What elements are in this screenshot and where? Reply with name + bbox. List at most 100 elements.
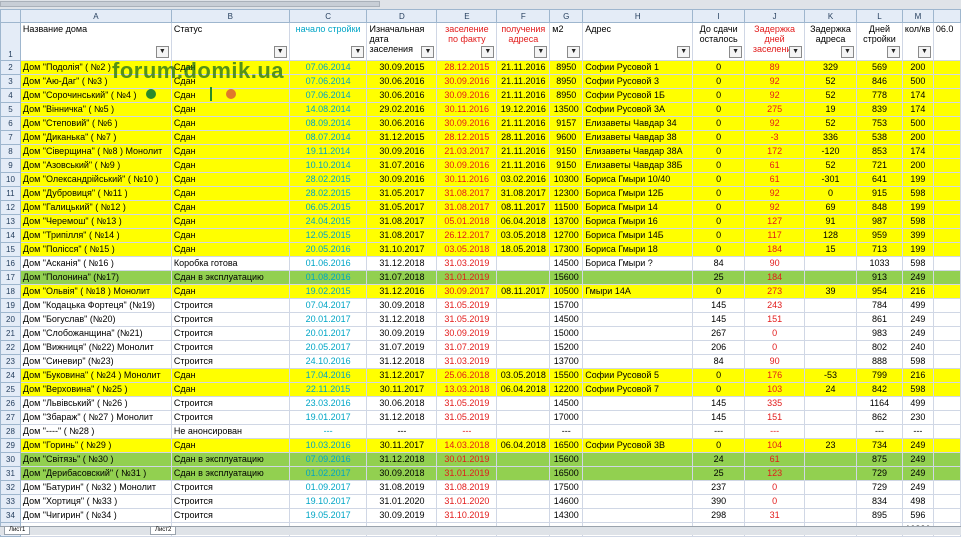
table-cell[interactable] xyxy=(932,228,961,243)
table-cell[interactable]: 862 xyxy=(855,410,903,425)
table-cell[interactable]: 399 xyxy=(901,228,934,243)
table-cell[interactable]: 799 xyxy=(855,368,903,383)
filter-dropdown-icon[interactable]: ▼ xyxy=(917,46,931,58)
table-cell[interactable]: 14.08.2014 xyxy=(288,102,368,117)
table-cell[interactable]: 21.11.2016 xyxy=(496,60,551,75)
table-cell[interactable]: Дом "Буковина" ( №24 ) Монолит xyxy=(19,368,172,383)
table-cell[interactable]: 21.03.2017 xyxy=(436,144,498,159)
table-cell[interactable]: Софии Русовой 1Б xyxy=(582,88,694,103)
row-header[interactable]: 3 xyxy=(0,74,21,89)
table-cell[interactable]: 31.10.2017 xyxy=(366,242,438,257)
table-cell[interactable]: 92 xyxy=(744,116,806,131)
table-cell[interactable] xyxy=(932,158,961,173)
table-cell[interactable]: Бориса Гмыри 10/40 xyxy=(582,172,694,187)
table-cell[interactable]: 598 xyxy=(901,214,934,229)
table-cell[interactable]: 839 xyxy=(855,102,903,117)
select-all-corner[interactable] xyxy=(0,9,21,23)
table-cell[interactable]: Бориса Гмыри 18 xyxy=(582,242,694,257)
table-cell[interactable]: 01.09.2017 xyxy=(288,480,368,495)
row-header[interactable]: 19 xyxy=(0,298,21,313)
table-cell[interactable] xyxy=(932,284,961,299)
table-cell[interactable]: Дом "Степовий" ( №6 ) xyxy=(19,116,172,131)
table-cell[interactable]: 0 xyxy=(692,172,746,187)
table-cell[interactable]: 499 xyxy=(901,298,934,313)
table-cell[interactable] xyxy=(932,60,961,75)
table-cell[interactable]: 17500 xyxy=(549,480,584,495)
table-cell[interactable]: 18.05.2018 xyxy=(496,242,551,257)
table-cell[interactable]: 31.08.2017 xyxy=(436,200,498,215)
row-header[interactable]: 17 xyxy=(0,270,21,285)
table-cell[interactable]: 31.08.2017 xyxy=(436,186,498,201)
table-cell[interactable]: 61 xyxy=(744,172,806,187)
table-cell[interactable]: 127 xyxy=(744,214,806,229)
table-cell[interactable]: 21.11.2016 xyxy=(496,116,551,131)
row-header[interactable]: 32 xyxy=(0,480,21,495)
row-header[interactable]: 28 xyxy=(0,424,21,439)
row-header[interactable]: 30 xyxy=(0,452,21,467)
table-cell[interactable]: 0 xyxy=(692,130,746,145)
table-cell[interactable]: 216 xyxy=(901,284,934,299)
table-cell[interactable]: 199 xyxy=(901,242,934,257)
table-cell[interactable]: 31.01.2019 xyxy=(436,270,498,285)
table-cell[interactable]: Бориса Гмыри 14Б xyxy=(582,228,694,243)
table-cell[interactable] xyxy=(932,256,961,271)
table-cell[interactable]: Строится xyxy=(170,312,290,327)
table-cell[interactable]: Дом "Диканька" ( №7 ) xyxy=(19,130,172,145)
table-cell[interactable] xyxy=(804,480,857,495)
table-cell[interactable]: --- xyxy=(744,424,806,439)
table-cell[interactable]: 31.03.2019 xyxy=(436,354,498,369)
table-cell[interactable] xyxy=(932,396,961,411)
table-cell[interactable]: 31.07.2019 xyxy=(366,340,438,355)
table-cell[interactable]: 31.01.2020 xyxy=(366,494,438,509)
table-cell[interactable]: 69 xyxy=(804,200,857,215)
table-cell[interactable]: 151 xyxy=(744,312,806,327)
table-cell[interactable] xyxy=(932,200,961,215)
table-cell[interactable]: 12700 xyxy=(549,228,584,243)
table-cell[interactable]: 14300 xyxy=(549,508,584,523)
table-cell[interactable]: 200 xyxy=(901,60,934,75)
table-cell[interactable] xyxy=(582,298,694,313)
table-cell[interactable]: 848 xyxy=(855,200,903,215)
table-cell[interactable]: 14500 xyxy=(549,396,584,411)
table-cell[interactable]: 8950 xyxy=(549,88,584,103)
table-cell[interactable]: 21.11.2016 xyxy=(496,144,551,159)
row-header[interactable]: 24 xyxy=(0,368,21,383)
table-cell[interactable] xyxy=(496,480,551,495)
table-cell[interactable]: 07.06.2014 xyxy=(288,60,368,75)
table-cell[interactable]: 734 xyxy=(855,438,903,453)
table-cell[interactable]: Коробка готова xyxy=(170,256,290,271)
table-cell[interactable]: Дом "Олександрійський" ( №10 ) xyxy=(19,172,172,187)
table-cell[interactable]: 20.05.2017 xyxy=(288,340,368,355)
table-cell[interactable]: 31.12.2018 xyxy=(366,256,438,271)
table-cell[interactable]: 52 xyxy=(804,158,857,173)
row-header[interactable]: 25 xyxy=(0,382,21,397)
table-cell[interactable]: Дом "Львівський" ( №26 ) xyxy=(19,396,172,411)
table-cell[interactable]: Дом "Світязь" ( №30 ) xyxy=(19,452,172,467)
table-cell[interactable]: 499 xyxy=(901,396,934,411)
table-cell[interactable]: 14500 xyxy=(549,312,584,327)
table-cell[interactable]: Дом "Галицький" ( №12 ) xyxy=(19,200,172,215)
table-cell[interactable]: 206 xyxy=(692,340,746,355)
table-cell[interactable] xyxy=(582,424,694,439)
table-cell[interactable]: Дом "Горинь" ( №29 ) xyxy=(19,438,172,453)
row-header[interactable]: 34 xyxy=(0,508,21,523)
table-cell[interactable] xyxy=(804,410,857,425)
table-cell[interactable]: 05.01.2018 xyxy=(436,214,498,229)
table-cell[interactable]: 19 xyxy=(804,102,857,117)
table-cell[interactable]: 52 xyxy=(804,74,857,89)
table-cell[interactable]: 19.12.2016 xyxy=(496,102,551,117)
table-cell[interactable]: Дом "Полісся" ( №15 ) xyxy=(19,242,172,257)
table-cell[interactable]: 913 xyxy=(855,270,903,285)
filter-dropdown-icon[interactable]: ▼ xyxy=(534,46,548,58)
table-cell[interactable]: 19.10.2017 xyxy=(288,494,368,509)
table-cell[interactable]: 895 xyxy=(855,508,903,523)
table-cell[interactable]: Сдан xyxy=(170,200,290,215)
column-header[interactable]: K xyxy=(804,9,857,23)
column-header[interactable]: F xyxy=(496,9,551,23)
table-cell[interactable]: 30.01.2019 xyxy=(436,452,498,467)
filter-dropdown-icon[interactable]: ▼ xyxy=(840,46,854,58)
table-cell[interactable]: Гмыри 14А xyxy=(582,284,694,299)
table-cell[interactable]: 30.09.2016 xyxy=(436,116,498,131)
table-cell[interactable] xyxy=(804,270,857,285)
table-cell[interactable]: 31.10.2019 xyxy=(436,508,498,523)
